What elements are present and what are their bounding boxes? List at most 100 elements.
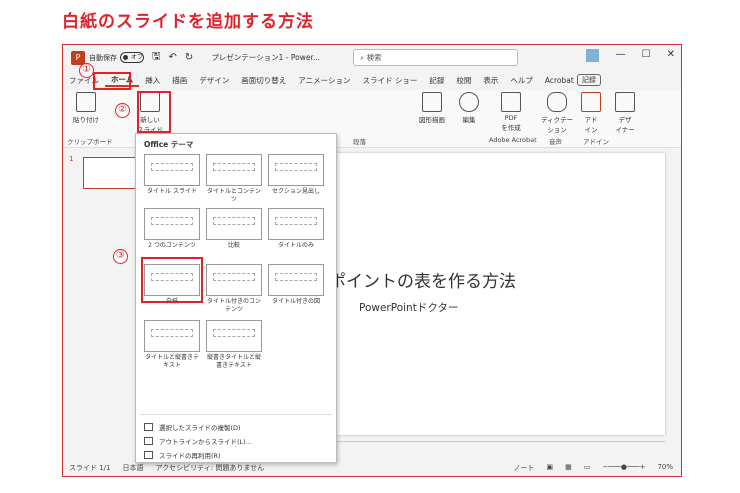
normal-view-icon[interactable]: ▣ [546,463,553,473]
layout-vertical-title-text[interactable]: 縦書きタイトルと縦書きテキスト [206,320,262,370]
duplicate-slide-item[interactable]: 選択したスライドの複製(D) [144,422,241,432]
layout-vertical-text[interactable]: タイトルと縦書きテキスト [144,320,200,370]
search-input[interactable]: ⌕ 検索 [353,49,518,66]
undo-icon[interactable]: ↶ [169,52,177,63]
layout-name: タイトル付きの図 [271,298,320,305]
layout-thumbnail [144,320,200,352]
outline-icon [144,437,153,445]
reuse-label: スライドの再利用(R) [159,452,221,460]
paste-button[interactable]: 貼り付け [73,92,99,124]
paragraph-group-label: 段落 [353,138,366,146]
layout-thumbnail [144,208,200,240]
search-icon [459,92,479,112]
tab-design[interactable]: デザイン [193,75,235,86]
layout-content-caption[interactable]: タイトル付きのコンテンツ [206,264,262,314]
clipboard-icon [76,92,96,112]
create-pdf-button[interactable]: PDF を作成 [501,92,521,132]
layout-name: タイトルとコンテンツ [206,188,261,203]
highlight-home-tab [93,72,131,90]
reuse-slides-item[interactable]: スライドの再利用(R) [144,450,221,460]
layout-two-content[interactable]: 2 つのコンテンツ [144,208,200,250]
step-marker-2: ② [115,103,130,118]
step-marker-1: ① [79,63,94,78]
paste-label: 貼り付け [73,116,99,124]
redo-icon[interactable]: ↻ [185,52,193,63]
step-marker-3: ③ [113,249,128,264]
layout-name: 縦書きタイトルと縦書きテキスト [206,354,261,369]
addin-icon [581,92,601,112]
shapes-button[interactable]: 図形描画 [419,92,445,124]
search-placeholder: 検索 [366,53,382,62]
powerpoint-window: P 自動保存 オフ 🖫 ↶ ↻ プレゼンテーション1 - Power... ⌕ … [62,44,682,477]
notes-button[interactable]: ノート [513,463,534,473]
window-controls: — ☐ ✕ [616,49,675,60]
adobe-group-label: Adobe Acrobat [489,136,537,144]
shapes-icon [422,92,442,112]
highlight-new-slide [137,91,171,133]
reading-view-icon[interactable]: ▭ [584,463,591,473]
layout-section-header[interactable]: セクション見出し [268,154,324,196]
maximize-icon[interactable]: ☐ [642,49,651,60]
tab-acrobat[interactable]: Acrobat [539,76,580,85]
page-heading: 白紙のスライドを追加する方法 [62,12,314,32]
layout-name: セクション見出し [271,188,320,195]
highlight-blank-layout [141,257,203,303]
slide-subtitle[interactable]: PowerPointドクター [359,300,458,315]
layout-name: タイトル付きのコンテンツ [206,298,261,313]
ribbon-tabs: ファイル ホーム 挿入 描画 デザイン 画面切り替え アニメーション スライド … [63,72,681,88]
layout-title-slide[interactable]: タイトル スライド [144,154,200,196]
save-icon[interactable]: 🖫 [152,49,161,66]
minimize-icon[interactable]: — [616,49,626,60]
tab-animations[interactable]: アニメーション [292,75,356,86]
close-icon[interactable]: ✕ [667,49,675,60]
title-bar: P 自動保存 オフ 🖫 ↶ ↻ プレゼンテーション1 - Power... ⌕ … [63,45,681,70]
layout-name: タイトルと縦書きテキスト [144,354,199,369]
pdf-label: PDF を作成 [501,114,521,132]
shapes-label: 図形描画 [419,116,445,124]
addin-button[interactable]: アド イン [581,92,601,134]
tab-help[interactable]: ヘルプ [504,75,539,86]
designer-label: デザ イナー [615,116,635,134]
tab-draw[interactable]: 描画 [166,75,193,86]
layout-thumbnail [206,208,262,240]
layout-thumbnail [268,264,324,296]
edit-button[interactable]: 編集 [459,92,479,124]
slide-count: スライド 1/1 [69,464,111,472]
tab-insert[interactable]: 挿入 [139,75,166,86]
tab-slideshow[interactable]: スライド ショー [356,75,423,86]
tab-view[interactable]: 表示 [477,75,504,86]
slide-title[interactable]: ポイントの表を作る方法 [329,267,516,292]
record-button[interactable]: 記録 [577,74,601,86]
layout-name: 2 つのコンテンツ [148,242,196,249]
pdf-icon [501,92,521,112]
layout-thumbnail [144,154,200,186]
layout-picture-caption[interactable]: タイトル付きの図 [268,264,324,306]
powerpoint-logo-icon: P [71,50,85,65]
microphone-icon [547,92,568,112]
layout-name: 比較 [227,242,240,249]
designer-icon [615,92,635,112]
layout-name: タイトルのみ [277,242,314,249]
dictate-button[interactable]: ディクテー ション [541,92,573,134]
slides-from-outline-item[interactable]: アウトラインからスライド(L)... [144,436,252,446]
slide-thumbnail[interactable] [83,157,138,189]
tab-record[interactable]: 記録 [423,75,450,86]
autosave-toggle[interactable]: オフ [120,52,144,63]
edit-label: 編集 [462,116,476,124]
designer-button[interactable]: デザ イナー [615,92,635,134]
slide-panel: 1 [63,149,143,459]
layout-comparison[interactable]: 比較 [206,208,262,250]
accessibility-status[interactable]: アクセシビリティ: 問題ありません [156,463,265,473]
slide-number: 1 [69,155,74,163]
zoom-level[interactable]: 70% [657,463,673,473]
sorter-view-icon[interactable]: ▦ [565,463,572,473]
avatar[interactable] [586,49,599,62]
voice-group-label: 音声 [549,138,562,146]
addins-group-label: アドイン [583,138,609,146]
tab-transitions[interactable]: 画面切り替え [235,75,292,86]
layout-title-content[interactable]: タイトルとコンテンツ [206,154,262,204]
language: 日本語 [122,464,144,472]
tab-review[interactable]: 校閲 [450,75,477,86]
zoom-slider[interactable]: −───●───+ [602,463,645,473]
layout-title-only[interactable]: タイトルのみ [268,208,324,250]
